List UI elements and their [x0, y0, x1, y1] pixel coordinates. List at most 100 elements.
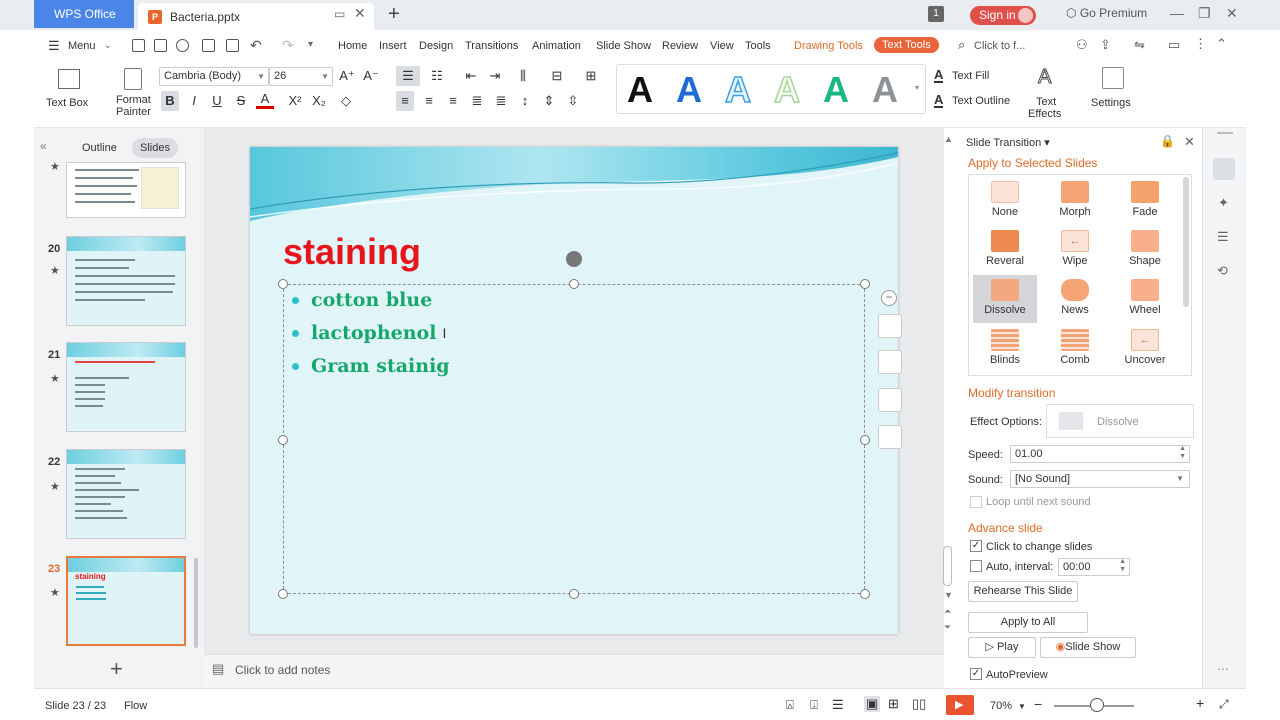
menu-text-tools[interactable]: Text Tools: [874, 37, 939, 53]
scroll-thumb[interactable]: [943, 546, 952, 586]
tab-slides[interactable]: Slides: [132, 138, 178, 158]
slide-thumbnail-21[interactable]: [66, 342, 186, 432]
zoom-in-icon[interactable]: +: [1196, 695, 1204, 711]
zoom-slider-knob[interactable]: [1090, 698, 1104, 712]
customize-qa-icon[interactable]: ▾: [308, 39, 313, 50]
pane-title[interactable]: Slide Transition ▾: [966, 136, 1050, 149]
wordart-style-green[interactable]: A: [823, 69, 849, 111]
print-preview-icon[interactable]: [226, 39, 239, 52]
menu-view[interactable]: View: [710, 40, 734, 52]
spinner-icon[interactable]: ▲ ▼: [1179, 445, 1186, 461]
justify-button[interactable]: ≣: [468, 91, 486, 111]
resize-handle[interactable]: [860, 589, 870, 599]
more-icon[interactable]: ⋯: [1217, 662, 1229, 676]
decrease-font-icon[interactable]: A⁻: [362, 66, 380, 86]
search-icon[interactable]: ⌕: [958, 37, 965, 53]
text-direction-icon[interactable]: ⊟: [548, 66, 566, 86]
protect-icon[interactable]: ⍓: [786, 697, 794, 713]
font-size-select[interactable]: 26 ▼: [269, 67, 333, 86]
resize-handle[interactable]: [569, 279, 579, 289]
reading-view-icon[interactable]: ▯▯: [912, 696, 926, 712]
slide-thumbnail-23[interactable]: staining: [66, 556, 186, 646]
tab-outline[interactable]: Outline: [74, 138, 125, 158]
slide-thumbnail-19[interactable]: [66, 162, 186, 218]
distribute-button[interactable]: ≣: [492, 91, 510, 111]
close-window-icon[interactable]: ✕: [1226, 5, 1238, 22]
zoom-level[interactable]: 70%: [990, 700, 1012, 712]
export-icon[interactable]: [176, 39, 189, 52]
chevron-down-icon[interactable]: ⌄: [104, 40, 112, 51]
auto-interval-checkbox[interactable]: [970, 560, 982, 572]
add-slide-icon[interactable]: +: [110, 656, 123, 682]
italic-button[interactable]: I: [185, 91, 203, 111]
wordart-style-gray[interactable]: A: [872, 69, 898, 111]
slide-thumbnail-20[interactable]: [66, 236, 186, 326]
window-restore-tab-icon[interactable]: ▭: [334, 7, 345, 21]
columns-icon[interactable]: ⫼: [514, 66, 532, 86]
minimize-icon[interactable]: —: [1170, 5, 1184, 21]
redo-icon[interactable]: ↷: [282, 37, 294, 54]
menu-tools[interactable]: Tools: [745, 40, 771, 52]
print-icon[interactable]: [202, 39, 215, 52]
menu-drawing-tools[interactable]: Drawing Tools: [794, 40, 863, 52]
layers-icon[interactable]: [878, 314, 902, 338]
click-change-checkbox[interactable]: ✓: [970, 540, 982, 552]
transition-wipe[interactable]: ← Wipe: [1043, 226, 1107, 272]
save-icon[interactable]: [154, 39, 167, 52]
zoom-out-icon[interactable]: −: [1034, 696, 1042, 712]
transition-news[interactable]: News: [1043, 275, 1107, 321]
lock-icon[interactable]: 🔒: [1160, 134, 1175, 148]
transition-wheel[interactable]: Wheel: [1113, 275, 1177, 321]
transition-comb[interactable]: Comb: [1043, 325, 1107, 371]
text-fill-icon[interactable]: A: [934, 68, 944, 83]
paragraph-spacing-icon[interactable]: ⇕: [540, 91, 558, 111]
menu-home[interactable]: Home: [338, 40, 367, 52]
text-effects-label-1[interactable]: Text: [1036, 96, 1056, 108]
apply-to-all-button[interactable]: Apply to All: [968, 612, 1088, 633]
underline-button[interactable]: U: [208, 91, 226, 111]
sign-in-button[interactable]: Sign in: [970, 6, 1036, 25]
transition-reveral[interactable]: Reveral: [973, 226, 1037, 272]
normal-view-icon[interactable]: ▣: [864, 696, 881, 712]
text-box-label[interactable]: Text Box: [46, 97, 88, 109]
transition-uncover[interactable]: ← Uncover: [1113, 325, 1177, 371]
wordart-more-icon[interactable]: ▾: [915, 83, 919, 92]
bold-button[interactable]: B: [161, 91, 179, 111]
collapse-ribbon-icon[interactable]: ⌃: [1216, 36, 1227, 52]
font-name-select[interactable]: Cambria (Body) ▼: [159, 67, 269, 86]
text-box-icon[interactable]: [58, 69, 80, 89]
hamburger-icon[interactable]: ☰: [48, 38, 60, 54]
maximize-icon[interactable]: ❐: [1198, 5, 1211, 22]
bullet-item[interactable]: lactophenol I: [292, 322, 446, 344]
transition-pane-icon[interactable]: [1213, 158, 1235, 180]
text-effects-label-2[interactable]: Effects: [1028, 108, 1061, 120]
share-icon[interactable]: ⇪: [1100, 37, 1111, 53]
previous-slide-icon[interactable]: ⏶: [944, 606, 951, 617]
menu-design[interactable]: Design: [419, 40, 453, 52]
font-color-button[interactable]: A: [256, 91, 274, 109]
text-effects-icon[interactable]: A: [1037, 66, 1051, 89]
autopreview-checkbox[interactable]: ✓: [970, 668, 982, 680]
transition-blinds[interactable]: Blinds: [973, 325, 1037, 371]
format-painter-icon[interactable]: [124, 68, 142, 90]
align-left-button[interactable]: ≡: [396, 91, 414, 111]
wordart-style-blue[interactable]: A: [676, 69, 702, 111]
pen-icon[interactable]: [878, 350, 902, 374]
format-painter-label-2[interactable]: Painter: [116, 106, 151, 118]
close-tab-icon[interactable]: ✕: [354, 5, 366, 22]
transition-dissolve[interactable]: Dissolve: [973, 275, 1037, 323]
text-fill-label[interactable]: Text Fill: [952, 70, 989, 82]
increase-indent-icon[interactable]: ⇥: [486, 66, 504, 86]
notes-toggle-icon[interactable]: ⍗: [810, 697, 818, 713]
transition-none[interactable]: None: [973, 177, 1037, 223]
fill-icon[interactable]: [878, 388, 902, 412]
border-icon[interactable]: [878, 425, 902, 449]
loop-checkbox[interactable]: [970, 496, 982, 508]
panel-scrollbar[interactable]: [194, 558, 198, 648]
clear-format-icon[interactable]: ◇: [337, 91, 355, 111]
slide[interactable]: staining cotton blue lactophenol I Gram …: [250, 147, 898, 634]
sound-select[interactable]: [No Sound] ▼: [1010, 470, 1190, 488]
notes-placeholder[interactable]: Click to add notes: [235, 663, 330, 677]
more-options-icon[interactable]: ⋮: [1194, 36, 1207, 52]
properties-icon[interactable]: ☰: [1217, 229, 1229, 245]
